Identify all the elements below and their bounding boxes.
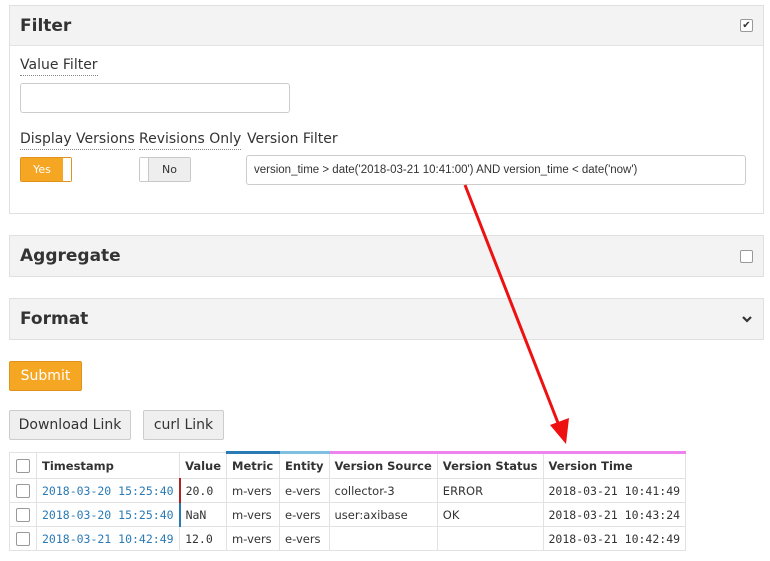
filter-enable-checkbox[interactable]: ✔ — [740, 19, 753, 32]
display-versions-label: Display Versions — [20, 131, 135, 150]
revisions-only-label: Revisions Only — [139, 131, 242, 150]
row-checkbox[interactable] — [16, 507, 30, 522]
cell-value: NaN — [179, 502, 228, 527]
results-table: Timestamp Value Metric Entity Version So… — [9, 451, 687, 551]
version-filter-input[interactable] — [246, 155, 746, 185]
chevron-down-icon[interactable] — [741, 314, 753, 324]
col-value[interactable]: Value — [179, 452, 228, 479]
cell-entity: e-vers — [279, 478, 330, 503]
filter-panel-header[interactable]: Filter ✔ — [10, 6, 763, 46]
display-versions-yes[interactable]: Yes — [21, 158, 63, 181]
cell-version-status — [436, 526, 544, 551]
select-all-checkbox[interactable] — [16, 458, 30, 473]
aggregate-enable-checkbox[interactable] — [740, 249, 753, 263]
table-row: 2018-03-20 15:25:40 NaN m-vers e-vers us… — [9, 502, 687, 527]
cell-timestamp[interactable]: 2018-03-20 15:25:40 — [35, 502, 181, 527]
curl-link-button[interactable]: curl Link — [143, 410, 224, 440]
cell-version-time: 2018-03-21 10:42:49 — [542, 526, 687, 551]
display-versions-toggle[interactable]: Yes — [20, 157, 72, 182]
cell-version-time: 2018-03-21 10:41:49 — [542, 478, 687, 503]
cell-version-source — [328, 526, 438, 551]
format-title: Format — [20, 309, 89, 329]
cell-version-source: user:axibase — [328, 502, 438, 527]
row-checkbox[interactable] — [16, 531, 30, 546]
toggle-handle[interactable] — [140, 158, 149, 181]
col-version-source[interactable]: Version Source — [328, 451, 438, 479]
cell-metric: m-vers — [226, 526, 281, 551]
version-filter-label: Version Filter — [247, 131, 338, 147]
cell-metric: m-vers — [226, 502, 281, 527]
col-metric[interactable]: Metric — [226, 451, 281, 479]
cell-version-status: OK — [436, 502, 544, 527]
table-header-row: Timestamp Value Metric Entity Version So… — [9, 451, 687, 479]
submit-button[interactable]: Submit — [9, 361, 82, 391]
cell-value: 20.0 — [179, 478, 228, 503]
cell-version-source: collector-3 — [328, 478, 438, 503]
format-panel: Format — [9, 298, 764, 340]
cell-entity: e-vers — [279, 502, 330, 527]
aggregate-panel: Aggregate — [9, 235, 764, 277]
aggregate-panel-header[interactable]: Aggregate — [10, 236, 763, 276]
col-version-status[interactable]: Version Status — [436, 451, 544, 479]
table-row: 2018-03-21 10:42:49 12.0 m-vers e-vers 2… — [9, 526, 687, 551]
cell-entity: e-vers — [279, 526, 330, 551]
cell-version-status: ERROR — [436, 478, 544, 503]
revisions-only-no[interactable]: No — [149, 158, 190, 181]
revisions-only-toggle[interactable]: No — [139, 157, 191, 182]
value-filter-label: Value Filter — [20, 57, 98, 76]
cell-version-time: 2018-03-21 10:43:24 — [542, 502, 687, 527]
toggle-handle[interactable] — [63, 158, 71, 181]
filter-title: Filter — [20, 15, 72, 36]
select-all-cell[interactable] — [9, 452, 37, 479]
col-entity[interactable]: Entity — [279, 451, 330, 479]
row-checkbox[interactable] — [16, 483, 30, 498]
arrow-head — [550, 418, 569, 444]
value-filter-input[interactable] — [20, 83, 290, 113]
col-version-time[interactable]: Version Time — [542, 451, 687, 479]
download-link-button[interactable]: Download Link — [9, 410, 131, 440]
cell-timestamp[interactable]: 2018-03-21 10:42:49 — [35, 526, 181, 551]
table-row: 2018-03-20 15:25:40 20.0 m-vers e-vers c… — [9, 478, 687, 503]
col-timestamp[interactable]: Timestamp — [35, 452, 181, 479]
cell-timestamp[interactable]: 2018-03-20 15:25:40 — [35, 478, 181, 503]
aggregate-title: Aggregate — [20, 246, 121, 266]
cell-value: 12.0 — [179, 526, 228, 551]
cell-metric: m-vers — [226, 478, 281, 503]
format-panel-header[interactable]: Format — [10, 299, 763, 339]
